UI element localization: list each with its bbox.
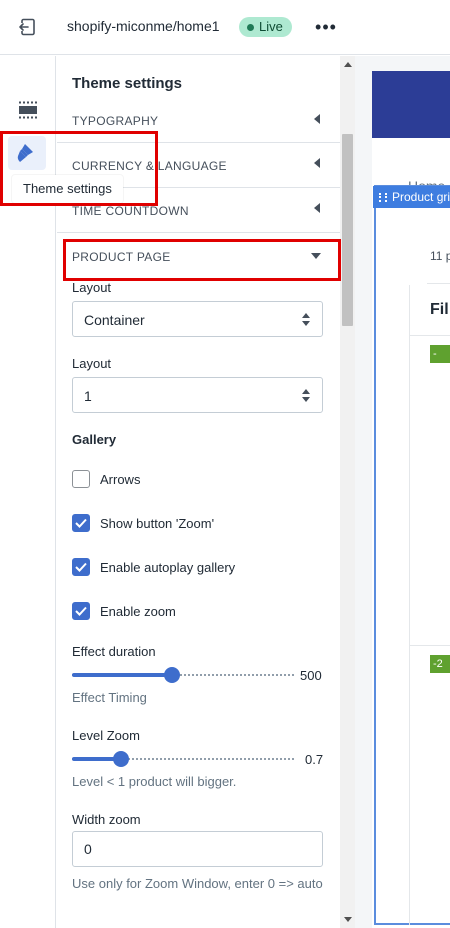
preview-section-tag[interactable]: Product grid — [373, 186, 450, 208]
preview-frame[interactable]: Home Product grid 11 p Fil - -2 — [372, 71, 450, 928]
effect-duration-help: Effect Timing — [72, 690, 147, 705]
layout-label: Layout — [72, 356, 112, 371]
store-name: shopify-miconme/home1 — [67, 18, 220, 34]
paint-brush-icon — [17, 144, 33, 162]
panel-scrollbar[interactable] — [340, 56, 355, 928]
layout-columns-select[interactable]: 1 — [72, 377, 323, 413]
divider — [409, 285, 410, 925]
checkbox-label: Enable autoplay gallery — [100, 559, 236, 575]
effect-duration-slider[interactable] — [72, 667, 294, 683]
level-zoom-value: 0.7 — [305, 752, 324, 767]
checkbox-label: Show button 'Zoom' — [100, 515, 215, 531]
exit-button[interactable] — [14, 14, 40, 40]
width-zoom-label: Width zoom — [72, 812, 141, 827]
checkbox[interactable] — [72, 558, 90, 576]
effect-duration-label: Effect duration — [72, 644, 156, 659]
level-zoom-slider[interactable] — [72, 751, 294, 767]
divider — [427, 283, 450, 284]
checkmark-icon — [75, 606, 87, 616]
sections-icon — [19, 101, 37, 119]
layout-select-value: 1 — [84, 388, 92, 404]
checkbox-autoplay-gallery[interactable]: Enable autoplay gallery — [72, 557, 235, 577]
preview-sale-badge: -2 — [430, 655, 450, 673]
slider-thumb[interactable] — [112, 751, 129, 767]
section-label: CURRENCY & LANGUAGE — [72, 159, 227, 173]
scroll-thumb[interactable] — [342, 134, 353, 326]
select-arrows-icon — [302, 389, 310, 403]
layout-label: Layout — [72, 280, 112, 295]
checkbox-label: Arrows — [100, 471, 141, 487]
checkmark-icon — [75, 518, 87, 528]
expand-arrow-icon — [311, 253, 321, 259]
section-label: PRODUCT PAGE — [72, 250, 171, 264]
gallery-heading: Gallery — [72, 432, 117, 447]
scroll-up-icon[interactable] — [344, 62, 352, 67]
slider-fill — [72, 673, 172, 677]
level-zoom-help: Level < 1 product will bigger. — [72, 774, 237, 789]
collapse-arrow-icon — [314, 158, 320, 168]
live-dot-icon — [247, 23, 254, 31]
preview-filter-heading: Fil — [430, 301, 449, 318]
preview-header — [372, 71, 450, 138]
checkmark-icon — [75, 562, 87, 572]
top-bar: shopify-miconme/home1 Live ••• — [0, 0, 450, 55]
layout-select[interactable]: Container — [72, 301, 323, 337]
panel-title: Theme settings — [72, 75, 183, 92]
width-zoom-input[interactable]: 0 — [72, 831, 323, 867]
drag-handle-icon — [379, 193, 387, 202]
status-badge-label: Live — [259, 19, 283, 34]
preview-sale-badge: - — [430, 345, 450, 363]
section-product-page[interactable]: PRODUCT PAGE — [57, 232, 340, 277]
select-arrows-icon — [302, 313, 310, 327]
width-zoom-help: Use only for Zoom Window, enter 0 => aut… — [72, 876, 323, 891]
checkbox-show-zoom-button[interactable]: Show button 'Zoom' — [72, 513, 214, 533]
preview-selected-section[interactable] — [374, 185, 450, 925]
checkbox[interactable] — [72, 470, 90, 488]
slider-thumb[interactable] — [163, 667, 180, 683]
preview-product-count: 11 p — [430, 249, 450, 263]
scroll-down-icon[interactable] — [344, 917, 352, 922]
collapse-arrow-icon — [314, 114, 320, 124]
collapse-arrow-icon — [314, 203, 320, 213]
status-badge: Live — [239, 17, 292, 37]
exit-icon — [18, 18, 35, 36]
effect-duration-value: 500 — [300, 668, 322, 683]
layout-select-value: Container — [84, 312, 145, 328]
divider — [410, 335, 450, 336]
checkbox[interactable] — [72, 514, 90, 532]
checkbox[interactable] — [72, 602, 90, 620]
divider — [410, 645, 450, 646]
store-preview: Home Product grid 11 p Fil - -2 — [355, 56, 450, 928]
checkbox-enable-zoom[interactable]: Enable zoom — [72, 601, 176, 621]
theme-settings-button[interactable] — [8, 136, 46, 170]
level-zoom-label: Level Zoom — [72, 728, 140, 743]
more-actions-button[interactable]: ••• — [313, 17, 339, 37]
sections-button[interactable] — [14, 96, 42, 124]
checkbox-arrows[interactable]: Arrows — [72, 469, 140, 489]
preview-section-tag-label: Product grid — [392, 190, 450, 204]
checkbox-label: Enable zoom — [100, 603, 176, 619]
section-label: TIME COUNTDOWN — [72, 204, 189, 218]
section-label: TYPOGRAPHY — [72, 114, 159, 128]
theme-settings-tooltip: Theme settings — [12, 175, 123, 203]
